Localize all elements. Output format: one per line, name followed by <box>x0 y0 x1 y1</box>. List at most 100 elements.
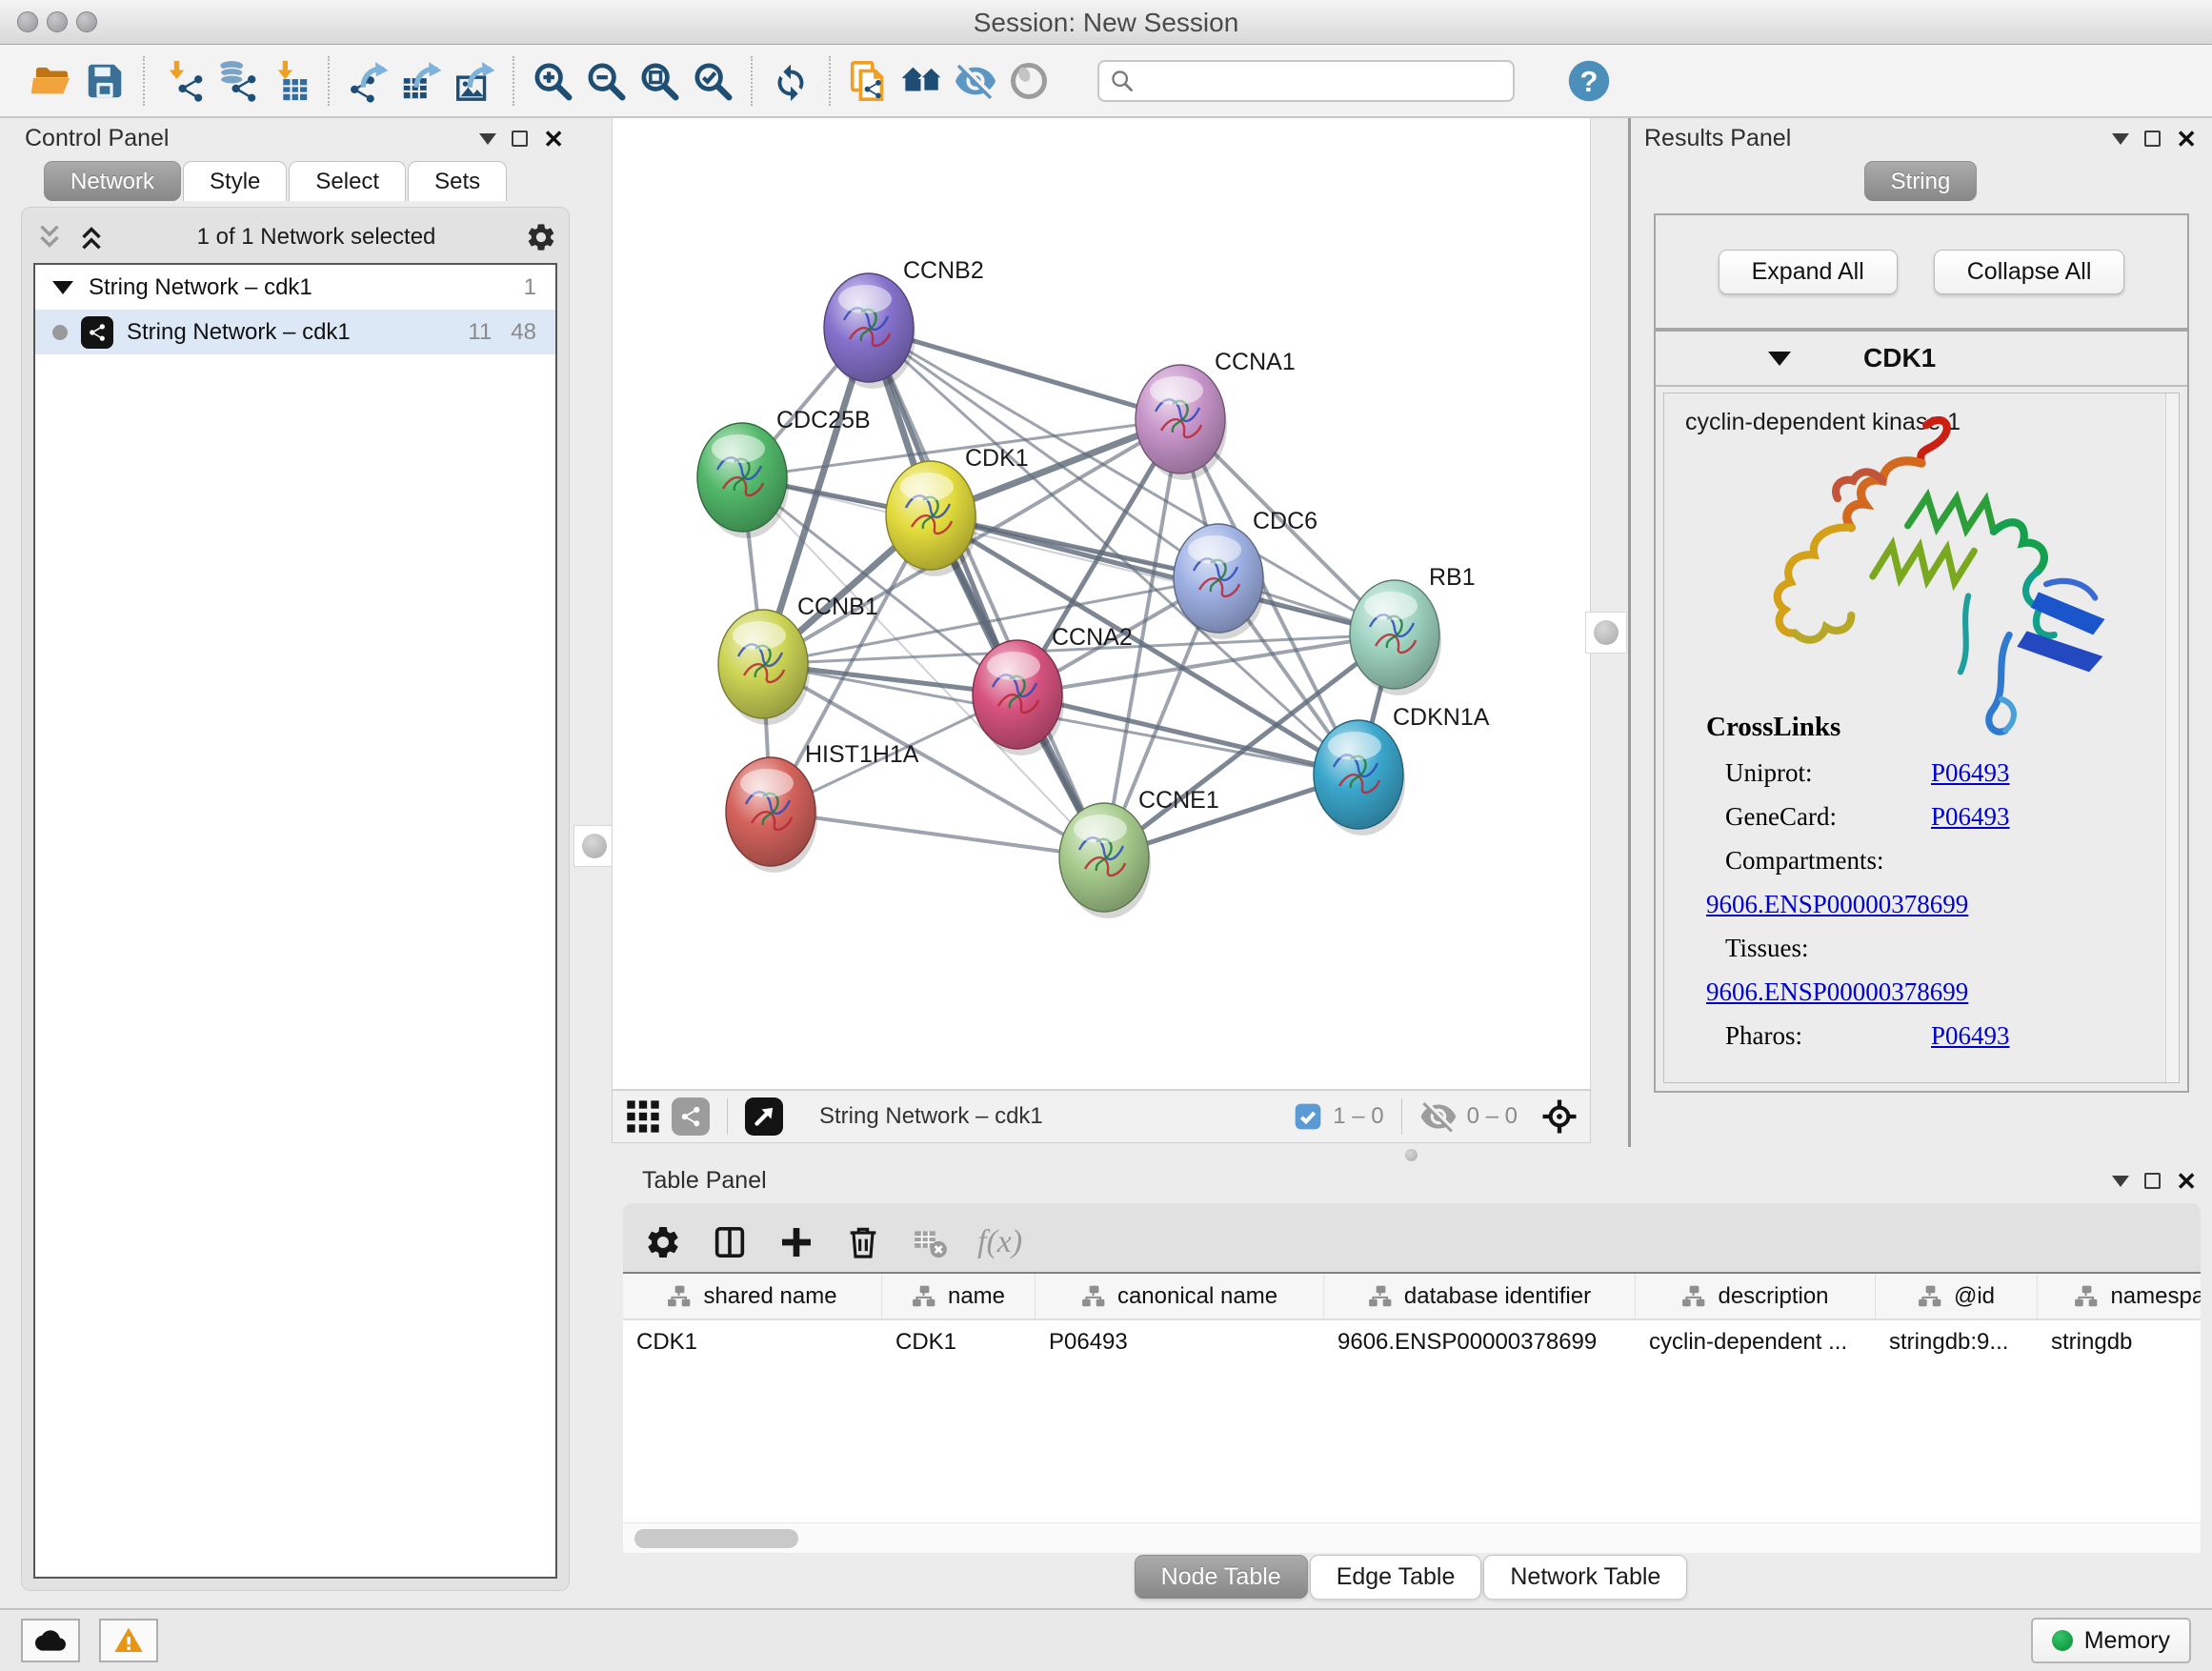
warnings-button[interactable] <box>99 1619 158 1662</box>
float-panel-icon[interactable] <box>2112 1176 2129 1187</box>
import-network-file-button[interactable] <box>156 54 210 108</box>
node-CCNB2[interactable] <box>824 273 915 389</box>
results-scrollbar[interactable] <box>2165 393 2179 1082</box>
selected-checkbox-icon[interactable] <box>1293 1101 1323 1132</box>
maximize-panel-icon[interactable] <box>2144 131 2161 147</box>
node-CDC25B[interactable] <box>697 423 789 538</box>
cloud-status-button[interactable] <box>21 1619 80 1662</box>
delete-column-icon[interactable] <box>844 1223 882 1261</box>
zoom-out-button[interactable] <box>579 54 633 108</box>
function-builder-button[interactable]: f(x) <box>977 1224 1022 1260</box>
refresh-button[interactable] <box>764 54 817 108</box>
close-panel-icon[interactable]: ✕ <box>543 127 564 151</box>
expand-all-button[interactable]: Expand All <box>1719 250 1898 294</box>
edge-CCNB2-CCNA1[interactable] <box>869 328 1180 419</box>
column-header-@id[interactable]: @id <box>1876 1274 2038 1319</box>
table-options-gear-icon[interactable] <box>644 1223 682 1261</box>
edge-CCNB2-CCNE1[interactable] <box>869 328 1104 857</box>
left-panel-splitter[interactable] <box>579 118 612 1608</box>
cell-@id[interactable]: stringdb:9... <box>1876 1320 2038 1367</box>
collapse-all-button[interactable]: Collapse All <box>1934 250 2125 294</box>
edge-HIST1H1A-CCNE1[interactable] <box>771 812 1104 857</box>
tab-edge-table[interactable]: Edge Table <box>1310 1555 1482 1599</box>
delete-table-icon[interactable] <box>911 1223 949 1261</box>
birds-eye-view-icon[interactable] <box>745 1097 783 1136</box>
zoom-in-button[interactable] <box>526 54 579 108</box>
save-session-button[interactable] <box>78 54 131 108</box>
node-CCNE1[interactable] <box>1059 803 1151 918</box>
import-network-database-button[interactable] <box>210 54 263 108</box>
float-panel-icon[interactable] <box>2112 133 2129 145</box>
float-panel-icon[interactable] <box>479 133 496 145</box>
gear-icon[interactable] <box>525 221 557 253</box>
horizontal-splitter[interactable] <box>612 1147 2212 1160</box>
import-table-file-button[interactable] <box>263 54 316 108</box>
zoom-selected-button[interactable] <box>686 54 739 108</box>
tab-select[interactable]: Select <box>289 161 406 201</box>
node-CDK1[interactable] <box>886 461 977 576</box>
network-share-view-icon[interactable] <box>672 1097 710 1136</box>
maximize-panel-icon[interactable] <box>2144 1173 2161 1189</box>
node-CCNB1[interactable] <box>718 610 810 725</box>
first-neighbors-button[interactable] <box>895 54 949 108</box>
add-column-icon[interactable] <box>777 1223 815 1261</box>
cell-canonical-name[interactable]: P06493 <box>1036 1320 1324 1367</box>
hide-selected-button[interactable] <box>949 54 1002 108</box>
hidden-eye-icon[interactable] <box>1419 1097 1458 1136</box>
column-header-name[interactable]: name <box>882 1274 1036 1319</box>
close-panel-icon[interactable]: ✕ <box>2176 127 2197 151</box>
crosslink-link[interactable]: 9606.ENSP00000378699 <box>1706 890 1968 918</box>
crosslink-link[interactable]: P06493 <box>1931 1021 2010 1050</box>
collapse-all-icon[interactable] <box>33 221 66 253</box>
crosshair-icon[interactable] <box>1540 1097 1579 1136</box>
crosslink-link[interactable]: 9606.ENSP00000378699 <box>1706 977 1968 1006</box>
show-all-button[interactable] <box>1002 54 1056 108</box>
cell-namespace[interactable]: stringdb <box>2038 1320 2201 1367</box>
splitter-handle[interactable] <box>573 825 615 867</box>
export-network-button[interactable] <box>341 54 394 108</box>
column-header-shared-name[interactable]: shared name <box>623 1274 882 1319</box>
node-CDC6[interactable] <box>1174 524 1265 639</box>
grid-view-icon[interactable] <box>624 1097 662 1136</box>
search-input[interactable] <box>1136 64 1503 98</box>
clone-network-button[interactable] <box>842 54 895 108</box>
column-header-namespace[interactable]: namespace <box>2038 1274 2201 1319</box>
gene-caret-icon[interactable] <box>1768 352 1791 366</box>
show-columns-icon[interactable] <box>711 1223 749 1261</box>
table-row[interactable]: CDK1CDK1P064939606.ENSP00000378699cyclin… <box>623 1320 2201 1367</box>
tab-sets[interactable]: Sets <box>408 161 507 201</box>
export-table-button[interactable] <box>394 54 448 108</box>
splitter-handle[interactable] <box>1405 1149 1418 1161</box>
crosslink-link[interactable]: P06493 <box>1931 758 2010 787</box>
cell-database-identifier[interactable]: 9606.ENSP00000378699 <box>1324 1320 1636 1367</box>
help-button[interactable]: ? <box>1562 54 1616 108</box>
scrollbar-thumb[interactable] <box>634 1529 798 1548</box>
zoom-fit-button[interactable] <box>633 54 686 108</box>
network-row[interactable]: String Network – cdk1 11 48 <box>35 310 555 354</box>
cell-shared-name[interactable]: CDK1 <box>623 1320 882 1367</box>
node-RB1[interactable] <box>1350 580 1441 695</box>
tab-node-table[interactable]: Node Table <box>1135 1555 1308 1599</box>
crosslink-link[interactable]: P06493 <box>1931 802 2010 831</box>
tab-network-table[interactable]: Network Table <box>1483 1555 1687 1599</box>
tab-string[interactable]: String <box>1864 161 1978 201</box>
cell-description[interactable]: cyclin-dependent ... <box>1636 1320 1876 1367</box>
cell-name[interactable]: CDK1 <box>882 1320 1036 1367</box>
column-header-canonical-name[interactable]: canonical name <box>1036 1274 1324 1319</box>
edge-CDK1-RB1[interactable] <box>931 515 1395 634</box>
node-CCNA1[interactable] <box>1136 365 1227 480</box>
splitter-handle[interactable] <box>1585 612 1627 654</box>
right-panel-splitter[interactable] <box>1591 118 1631 1147</box>
node-HIST1H1A[interactable] <box>726 757 817 873</box>
maximize-panel-icon[interactable] <box>512 131 528 147</box>
gene-header-row[interactable]: CDK1 <box>1656 332 2187 387</box>
edge-CCNA2-CDKN1A[interactable] <box>1017 695 1358 775</box>
node-CCNA2[interactable] <box>973 640 1064 755</box>
close-panel-icon[interactable]: ✕ <box>2176 1169 2197 1194</box>
search-box[interactable] <box>1097 60 1515 102</box>
table-horizontal-scrollbar[interactable] <box>623 1522 2201 1553</box>
open-session-button[interactable] <box>25 54 78 108</box>
network-canvas[interactable]: CCNB2CCNA1CDC25BCDK1CDC6RB1CCNB1CCNA2CDK… <box>612 118 1591 1090</box>
node-CDKN1A[interactable] <box>1314 720 1405 836</box>
tab-style[interactable]: Style <box>183 161 287 201</box>
